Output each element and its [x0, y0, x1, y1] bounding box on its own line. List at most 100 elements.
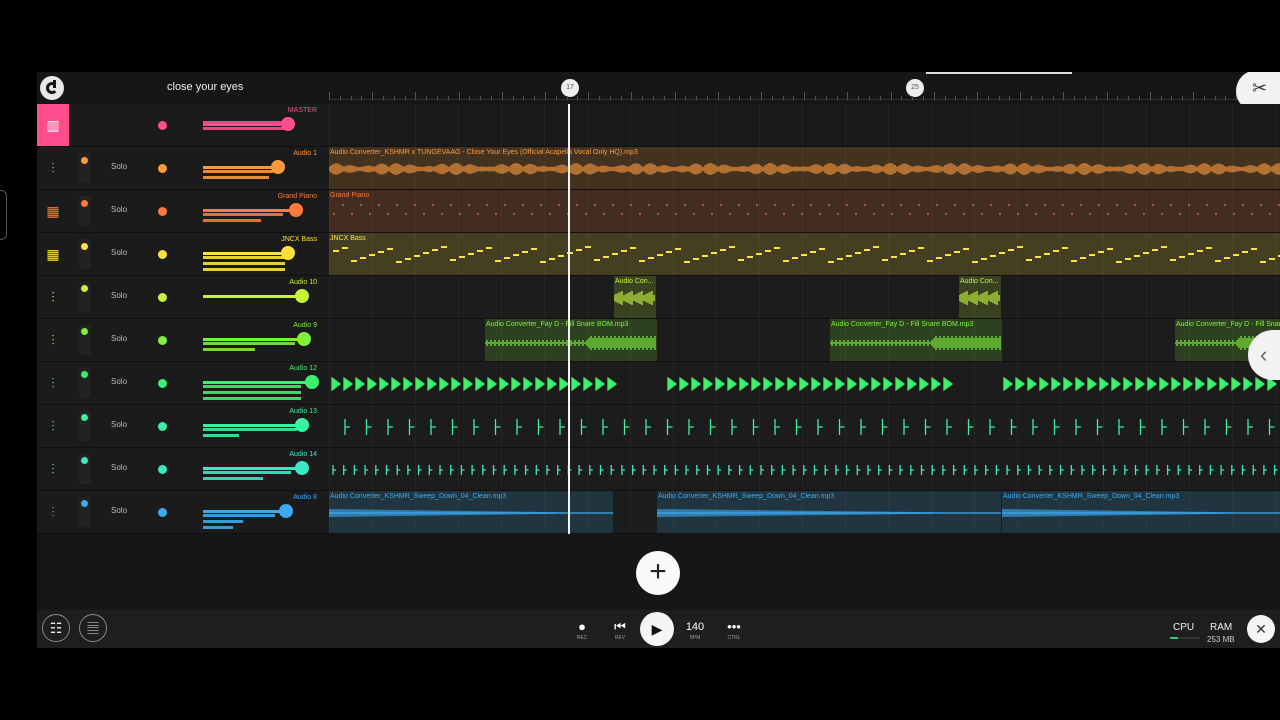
track-row: ▥ MASTER: [37, 104, 1280, 147]
track-lane[interactable]: [329, 405, 1280, 448]
loop-region-bar[interactable]: [926, 72, 1072, 74]
volume-knob[interactable]: [281, 246, 295, 260]
timeline-marker[interactable]: 17: [561, 79, 579, 97]
track-lane[interactable]: Audio Converter_Fay D - Fill Snare BOM.m…: [329, 319, 1280, 362]
volume-track[interactable]: [203, 510, 285, 513]
control-button[interactable]: ••• CTRL: [719, 610, 749, 648]
waveform-icon[interactable]: ⫶: [37, 405, 69, 447]
solo-button[interactable]: Solo: [111, 162, 127, 171]
grid-line: [458, 276, 459, 318]
grid-line: [888, 104, 889, 146]
solo-button[interactable]: Solo: [111, 377, 127, 386]
volume-track[interactable]: [203, 424, 301, 427]
pan-knob[interactable]: [158, 207, 167, 216]
volume-knob[interactable]: [271, 160, 285, 174]
waveform-icon[interactable]: ⫶: [37, 147, 69, 189]
pan-knob[interactable]: [158, 336, 167, 345]
waveform-icon[interactable]: ⫶: [37, 448, 69, 490]
record-button[interactable]: ● REC: [567, 610, 597, 648]
waveform-path: [830, 336, 1001, 350]
solo-button[interactable]: Solo: [111, 506, 127, 515]
audio-clip[interactable]: Audio Converter_KSHMR_Sweep_Down_04_Clea…: [657, 491, 1001, 533]
waveform-icon[interactable]: ⫶: [37, 319, 69, 361]
piano-roll-button[interactable]: 𝄚: [79, 614, 107, 642]
timeline-ruler[interactable]: 17 25: [329, 72, 1280, 104]
piano-keys-icon[interactable]: ▦: [37, 190, 69, 232]
track-lane[interactable]: [329, 104, 1280, 147]
timeline-marker[interactable]: 25: [906, 79, 924, 97]
pan-knob[interactable]: [158, 121, 167, 130]
play-button[interactable]: ▶: [640, 612, 674, 646]
rewind-button[interactable]: ⏮ REV: [605, 610, 635, 648]
track-lane[interactable]: Audio Converter_KSHMR_Sweep_Down_04_Clea…: [329, 491, 1280, 534]
audio-clip[interactable]: Audio Converter_Fay D - Fill Snare BOM.m…: [485, 319, 657, 361]
volume-track[interactable]: [203, 338, 303, 341]
bpm-button[interactable]: 140 BPM: [680, 610, 710, 648]
close-button[interactable]: ✕: [1247, 615, 1275, 643]
ruler-tick: [771, 96, 773, 100]
grid-line: [544, 104, 545, 146]
volume-knob[interactable]: [279, 504, 293, 518]
mixer-button[interactable]: ☷: [42, 614, 70, 642]
track-lane[interactable]: Grand Piano: [329, 190, 1280, 233]
track-lane[interactable]: JNCX Bass: [329, 233, 1280, 276]
volume-knob[interactable]: [289, 203, 303, 217]
level-meter: [203, 526, 233, 529]
waveform-icon[interactable]: ⫶: [37, 491, 69, 533]
audio-clip[interactable]: JNCX Bass: [329, 233, 1280, 275]
piano-keys-icon[interactable]: ▦: [37, 233, 69, 275]
add-track-button[interactable]: +: [636, 551, 680, 595]
close-icon: ✕: [1255, 621, 1267, 637]
waveform-icon[interactable]: ⫶: [37, 276, 69, 318]
pan-knob[interactable]: [158, 164, 167, 173]
waveform-icon[interactable]: ⫶: [37, 362, 69, 404]
app-logo-icon[interactable]: [40, 76, 64, 100]
volume-knob[interactable]: [295, 289, 309, 303]
volume-track[interactable]: [203, 252, 287, 255]
track-lane[interactable]: [329, 448, 1280, 491]
cpu-meter: [1170, 637, 1200, 639]
volume-track[interactable]: [203, 295, 301, 298]
audio-clip[interactable]: Audio Con...: [959, 276, 1001, 318]
project-title[interactable]: close your eyes: [167, 81, 243, 93]
audio-clip[interactable]: Audio Converter_KSHMR x TUNGEVAAG - Clos…: [329, 147, 1280, 189]
volume-track[interactable]: [203, 123, 287, 126]
track-lane[interactable]: Audio Converter_KSHMR x TUNGEVAAG - Clos…: [329, 147, 1280, 190]
solo-button[interactable]: Solo: [111, 205, 127, 214]
grid-line: [1146, 276, 1147, 318]
solo-button[interactable]: Solo: [111, 334, 127, 343]
mixer-bars-icon[interactable]: ▥: [37, 104, 69, 146]
pan-knob[interactable]: [158, 508, 167, 517]
ruler-tick: [566, 96, 568, 100]
audio-clip[interactable]: Audio Converter_KSHMR_Sweep_Down_04_Clea…: [329, 491, 613, 533]
left-edge-handle[interactable]: [0, 190, 7, 240]
volume-track[interactable]: [203, 467, 301, 470]
track-lane[interactable]: Audio Con... Audio Con...: [329, 276, 1280, 319]
pan-knob[interactable]: [158, 422, 167, 431]
track-lane[interactable]: [329, 362, 1280, 405]
level-meter: [203, 471, 291, 474]
pan-knob[interactable]: [158, 465, 167, 474]
ruler-tick: [1203, 96, 1205, 100]
volume-knob[interactable]: [305, 375, 319, 389]
volume-knob[interactable]: [297, 332, 311, 346]
volume-track[interactable]: [203, 166, 277, 169]
volume-track[interactable]: [203, 381, 311, 384]
solo-button[interactable]: Solo: [111, 420, 127, 429]
playhead[interactable]: [568, 104, 570, 534]
solo-button[interactable]: Solo: [111, 248, 127, 257]
audio-clip[interactable]: Audio Converter_KSHMR_Sweep_Down_04_Clea…: [1002, 491, 1280, 533]
volume-knob[interactable]: [281, 117, 295, 131]
solo-button[interactable]: Solo: [111, 291, 127, 300]
volume-track[interactable]: [203, 209, 295, 212]
volume-knob[interactable]: [295, 461, 309, 475]
pan-knob[interactable]: [158, 293, 167, 302]
volume-knob[interactable]: [295, 418, 309, 432]
ruler-tick: [1031, 96, 1032, 100]
solo-button[interactable]: Solo: [111, 463, 127, 472]
pan-knob[interactable]: [158, 379, 167, 388]
audio-clip[interactable]: Audio Con...: [614, 276, 656, 318]
pan-knob[interactable]: [158, 250, 167, 259]
audio-clip[interactable]: Grand Piano: [329, 190, 1280, 232]
audio-clip[interactable]: Audio Converter_Fay D - Fill Snare BOM.m…: [830, 319, 1002, 361]
